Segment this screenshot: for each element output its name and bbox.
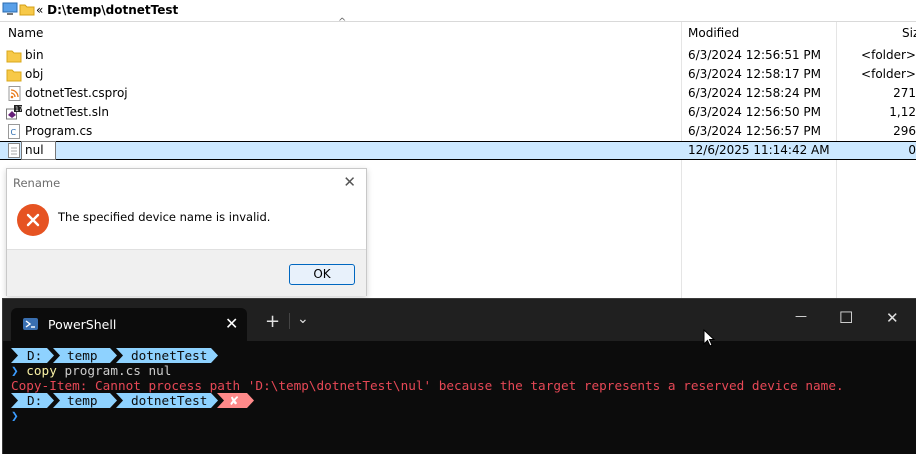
file-modified: 6/3/2024 12:58:17 PM (688, 67, 822, 81)
file-row-bin[interactable]: bin 6/3/2024 12:56:51 PM <folder> (0, 46, 916, 65)
prompt-line: D: temp dotnetTest (11, 348, 231, 363)
folder-icon (6, 50, 22, 63)
maximize-button[interactable]: ☐ (839, 308, 853, 327)
sort-ascending-icon: ^ (338, 17, 347, 28)
prompt-char: ❯ (11, 363, 19, 378)
file-size: 271 (893, 86, 916, 100)
file-size: <folder> (861, 67, 916, 81)
file-name: Program.cs (25, 124, 93, 138)
file-name: bin (25, 48, 44, 62)
file-name: dotnetTest.csproj (25, 86, 128, 100)
svg-text:C: C (11, 128, 17, 137)
error-output: Copy-Item: Cannot process path 'D:\temp\… (11, 378, 844, 393)
prompt-segment-drive: D: (27, 393, 42, 408)
file-row-sln[interactable]: 17 dotnetTest.sln 6/3/2024 12:56:50 PM 1… (0, 103, 916, 122)
prompt-segment-folder: dotnetTest (131, 348, 207, 363)
file-row-obj[interactable]: obj 6/3/2024 12:58:17 PM <folder> (0, 65, 916, 84)
column-header-name[interactable]: Name (8, 22, 44, 44)
dialog-close-icon[interactable]: ✕ (343, 173, 356, 191)
powershell-icon (23, 318, 38, 330)
folder-icon (6, 69, 22, 82)
file-name: dotnetTest.sln (25, 105, 109, 119)
file-size: <folder> (861, 48, 916, 62)
prompt-segment-drive: D: (27, 348, 42, 363)
command-args: program.cs nul (64, 363, 172, 378)
prompt-segment-temp: temp (67, 348, 98, 363)
terminal-window: PowerShell ✕ + ⌄ — ☐ ✕ D: temp dotnetTes… (2, 298, 916, 454)
column-header-size[interactable]: Siz (902, 22, 916, 44)
file-modified: 6/3/2024 12:56:50 PM (688, 105, 822, 119)
address-prefix: « (36, 3, 44, 17)
text-file-icon (8, 143, 20, 158)
svg-text:17: 17 (15, 106, 22, 113)
ok-button[interactable]: OK (289, 264, 355, 285)
file-size: 1,12 (889, 105, 916, 119)
dialog-message: The specified device name is invalid. (58, 210, 271, 224)
file-size: 296 (893, 124, 916, 138)
terminal-titlebar[interactable]: PowerShell ✕ + ⌄ — ☐ ✕ (3, 299, 916, 347)
address-bar[interactable]: « D:\temp\dotnetTest (0, 0, 916, 22)
file-name: obj (25, 67, 44, 81)
column-header-modified[interactable]: Modified (688, 22, 740, 44)
tab-powershell[interactable]: PowerShell ✕ (11, 308, 247, 341)
rss-file-icon (8, 86, 21, 101)
tab-dropdown-button[interactable]: ⌄ (297, 311, 309, 327)
dialog-title: Rename (13, 176, 61, 190)
minimize-button[interactable]: — (795, 309, 807, 323)
tab-divider (289, 313, 290, 329)
file-modified: 6/3/2024 12:58:24 PM (688, 86, 822, 100)
prompt-segment-folder: dotnetTest (131, 393, 207, 408)
command-keyword: copy (26, 363, 57, 378)
file-row-nul-selected[interactable]: nul 12/6/2025 11:14:42 AM 0 (0, 141, 916, 160)
visual-studio-icon: 17 (6, 105, 22, 120)
rename-dialog: Rename ✕ The specified device name is in… (6, 168, 367, 296)
file-modified: 6/3/2024 12:56:57 PM (688, 124, 822, 138)
mouse-cursor-icon (703, 329, 716, 347)
file-size: 0 (908, 143, 916, 157)
prompt-segments: D: temp dotnetTest ✘ (11, 393, 254, 408)
tab-title: PowerShell (48, 317, 117, 332)
file-row-csproj[interactable]: dotnetTest.csproj 6/3/2024 12:58:24 PM 2… (0, 84, 916, 103)
close-window-button[interactable]: ✕ (886, 309, 899, 327)
error-status-icon: ✘ (229, 394, 239, 408)
csharp-file-icon: C (8, 124, 20, 139)
file-modified: 12/6/2025 11:14:42 AM (688, 143, 830, 157)
folder-icon (19, 4, 35, 16)
prompt-segment-temp: temp (67, 393, 98, 408)
tab-close-icon[interactable]: ✕ (225, 314, 238, 333)
prompt-char[interactable]: ❯ (11, 408, 19, 423)
new-tab-button[interactable]: + (265, 311, 280, 332)
prompt-segments: D: temp dotnetTest (11, 348, 218, 363)
file-modified: 6/3/2024 12:56:51 PM (688, 48, 822, 62)
command-line: ❯ copy program.cs nul (11, 363, 171, 378)
error-icon (17, 204, 49, 236)
computer-icon (2, 2, 18, 15)
prompt-line: D: temp dotnetTest ✘ (11, 393, 261, 408)
address-path[interactable]: D:\temp\dotnetTest (47, 3, 178, 17)
rename-input[interactable]: nul (21, 141, 56, 160)
file-row-program[interactable]: C Program.cs 6/3/2024 12:56:57 PM 296 (0, 122, 916, 141)
